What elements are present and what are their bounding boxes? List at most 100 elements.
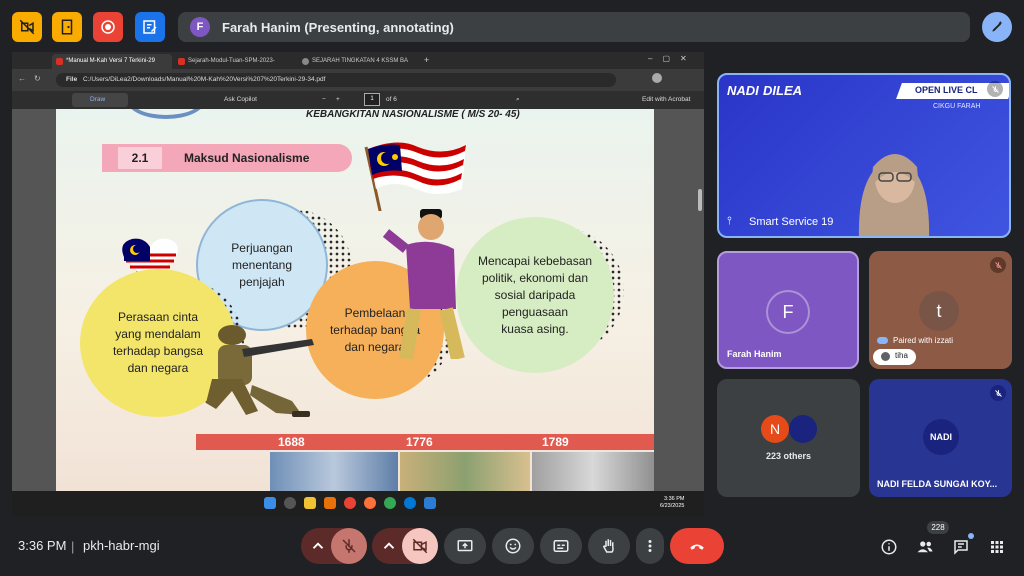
edit-with-acrobat-button[interactable]: Edit with Acrobat [642,96,690,103]
taskbar-clock[interactable]: 3:36 PM 6/23/2025 [660,496,684,510]
history-painting-1789 [532,452,654,491]
year-1688: 1688 [278,435,305,449]
participant-name: NADI FELDA SUNGAI KOY... [877,479,998,489]
page-number-input[interactable]: 1 [364,93,380,106]
chat-button[interactable] [950,533,974,558]
address-bar-row: ← ↻ File C:/Users/DiLea2/Downloads/Manua… [12,69,704,91]
reload-icon[interactable]: ↻ [34,74,41,83]
year-1789: 1789 [542,435,569,449]
zoom-out-icon[interactable]: − [322,96,326,103]
open-live-banner: OPEN LIVE CL [915,85,978,95]
zoom-in-icon[interactable]: + [336,96,340,103]
person-video [858,154,930,236]
activities-button[interactable] [986,536,1008,558]
pdf-scrollbar[interactable] [698,189,702,211]
bubble-mencapai: Mencapai kebebasan politik, ekonomi dan … [456,217,614,373]
nadi-logo: NADI [727,83,759,98]
edge-icon[interactable] [404,497,416,509]
info-icon [881,539,897,555]
chrome-icon[interactable] [344,497,356,509]
browser-tab-sejarah-tingkatan[interactable]: SEJARAH TINGKATAN 4 KSSM BA [298,54,418,69]
participant-tile-farah-hanim[interactable]: F Farah Hanim [717,251,859,369]
edit-note-icon[interactable] [135,12,165,42]
history-painting-1688 [270,452,398,491]
meeting-code: pkh-habr-mgi [83,538,160,553]
boy-holding-flag-illustration [382,209,465,359]
mic-off-icon [990,257,1006,273]
camera-options-button[interactable] [372,528,406,564]
app-icon[interactable] [424,497,436,509]
nadi-logo-avatar: NADI [923,419,959,455]
pdf-viewer: KEBANGKITAN NASIONALISME ( M/S 20- 45) 2… [12,109,704,491]
new-tab-icon[interactable]: + [424,55,429,65]
annotate-pen-button[interactable] [982,12,1012,42]
mic-toggle-button[interactable] [331,528,367,564]
meeting-clock: 3:36 PM [18,538,67,553]
page-count: of 6 [386,96,397,103]
user-chip-icon [881,352,890,361]
browser-tab-bar: *Manual M-Kah Versi 7 Terkini-29 Sejarah… [12,52,704,69]
more-options-button[interactable] [636,528,664,564]
camera-toggle-button[interactable] [402,528,438,564]
camera-control-group [372,528,438,564]
participant-tile-others[interactable]: N 223 others [717,379,860,497]
people-button[interactable] [914,536,936,558]
section-title: Maksud Nasionalisme [184,151,310,165]
loading-icon [302,58,309,65]
participant-tile-nadi-felda[interactable]: NADI NADI FELDA SUNGAI KOY... [869,379,1012,497]
paired-chip: tiha [873,349,916,365]
dilea-logo: DILEA [763,83,802,98]
present-screen-button[interactable] [444,528,486,564]
presenter-avatar: F [190,17,210,37]
file-explorer-icon[interactable] [304,497,316,509]
door-icon[interactable] [52,12,82,42]
mic-control-group [301,528,367,564]
apps-grid-icon [991,541,1003,553]
pdf-page: KEBANGKITAN NASIONALISME ( M/S 20- 45) 2… [56,109,654,491]
firefox-icon[interactable] [364,497,376,509]
presenter-status-text: Farah Hanim (Presenting, annotating) [222,19,454,35]
reactions-button[interactable] [492,528,534,564]
people-icon [917,541,933,553]
window-controls[interactable]: –▢✕ [648,54,697,63]
chevron-up-icon [312,542,324,549]
hand-icon [602,539,614,553]
brave-browser-icon[interactable] [324,497,336,509]
ask-copilot-button[interactable]: Ask Copilot [224,96,257,103]
chrome-alt-icon[interactable] [384,497,396,509]
bubble-text: Mencapai kebebasan politik, ekonomi dan … [477,253,593,336]
search-icon[interactable]: ⌕ [516,96,520,104]
tab-label: *Manual M-Kah Versi 7 Terkini-29 [66,58,155,64]
camera-off-icon[interactable] [12,12,42,42]
profile-avatar[interactable] [652,73,662,83]
people-count-badge: 228 [927,521,949,534]
mic-off-icon [342,539,356,553]
tab-label: SEJARAH TINGKATAN 4 KSSM BA [312,58,409,64]
browser-tab-manual[interactable]: *Manual M-Kah Versi 7 Terkini-29 [52,54,172,69]
record-icon[interactable] [93,12,123,42]
back-icon[interactable]: ← [18,74,26,83]
browser-tab-sejarah-modul[interactable]: Sejarah-Modul-Tuan-SPM-2023- [174,54,294,69]
paired-label: Paired with izzati [893,336,954,345]
participant-tile-paired[interactable]: t Paired with izzati tiha [869,251,1012,369]
soldier-illustration [206,325,314,417]
url-text: C:/Users/DiLea2/Downloads/Manual%20M-Kah… [83,76,326,83]
bubble-text: Perjuangan menentang penjajah [231,240,293,289]
taskbar-date: 6/23/2025 [660,503,685,509]
windows-taskbar: 3:36 PM 6/23/2025 [12,491,704,516]
raise-hand-button[interactable] [588,528,630,564]
leave-call-button[interactable] [670,528,724,564]
participant-tile-smart-service[interactable]: NADI DILEA OPEN LIVE CL CIKGU FARAH ⫯ Sm… [717,73,1011,238]
pdf-toolbar: Draw Ask Copilot − + 1 of 6 ⌕ Edit with … [12,91,704,109]
participant-avatar: t [919,291,959,331]
address-bar[interactable]: File C:/Users/DiLea2/Downloads/Manual%20… [56,73,616,87]
present-icon [457,540,473,552]
captions-button[interactable] [540,528,582,564]
search-icon[interactable] [284,497,296,509]
mic-options-button[interactable] [301,528,335,564]
meeting-info-button[interactable] [878,536,900,558]
presenter-banner[interactable]: F Farah Hanim (Presenting, annotating) [178,12,970,42]
pdf-icon [178,58,185,65]
malaysia-flag-icon [364,142,466,211]
windows-start-icon[interactable] [264,497,276,509]
